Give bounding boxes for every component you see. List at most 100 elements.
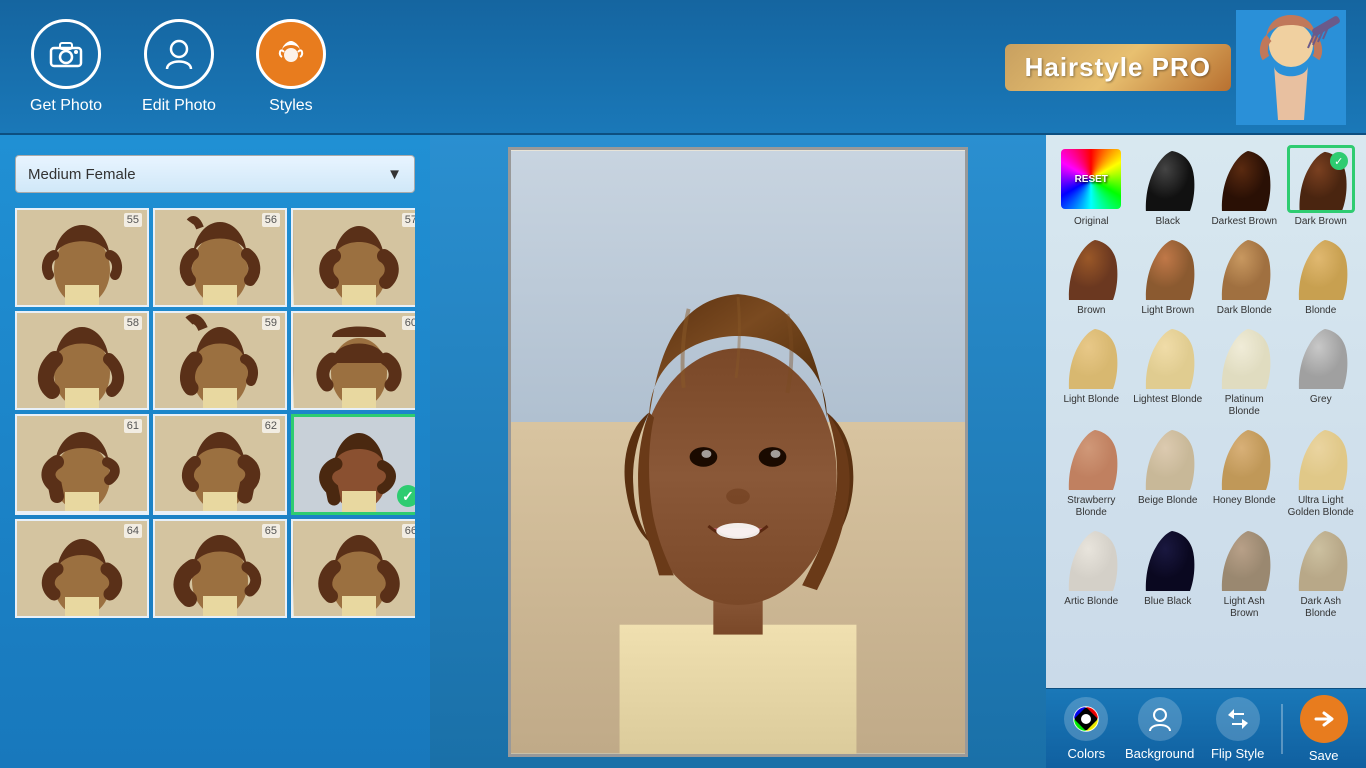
preview-panel (430, 135, 1046, 768)
style-item-66[interactable]: 66 (291, 519, 415, 618)
style-number-65: 65 (262, 524, 280, 538)
style-number-66: 66 (402, 524, 415, 538)
brand: Hairstyle PRO (1005, 10, 1346, 125)
darkest-brown-swatch (1210, 145, 1278, 213)
style-item-59[interactable]: 59 (153, 311, 287, 410)
flip-style-icon (1216, 697, 1260, 741)
color-item-ultra-light-golden-blonde[interactable]: Ultra Light Golden Blonde (1286, 424, 1357, 519)
color-item-honey-blonde[interactable]: Honey Blonde (1209, 424, 1280, 519)
light-ash-brown-hair-swatch (1212, 527, 1276, 591)
colors-button[interactable]: Colors (1064, 697, 1108, 761)
style-item-63[interactable]: ✓ (291, 414, 415, 515)
color-item-blue-black[interactable]: Blue Black (1133, 525, 1204, 620)
color-item-dark-brown[interactable]: ✓ Dark Brown (1286, 145, 1357, 228)
nav-item-styles[interactable]: Styles (256, 19, 326, 115)
light-blonde-label: Light Blonde (1063, 394, 1119, 406)
color-wheel-icon (1072, 705, 1100, 733)
original-label: Original (1074, 216, 1108, 228)
person-preview (511, 147, 965, 757)
style-item-57[interactable]: 57 (291, 208, 415, 307)
dark-brown-swatch: ✓ (1287, 145, 1355, 213)
style-57-preview (294, 210, 415, 305)
color-item-light-ash-brown[interactable]: Light Ash Brown (1209, 525, 1280, 620)
style-item-62[interactable]: 62 (153, 414, 287, 515)
darkest-brown-label: Darkest Brown (1211, 216, 1277, 228)
light-ash-brown-label: Light Ash Brown (1209, 596, 1280, 620)
colors-label: Colors (1068, 746, 1106, 761)
style-number-60: 60 (402, 316, 415, 330)
style-item-55[interactable]: 55 (15, 208, 149, 307)
style-grid: 55 56 (15, 208, 415, 618)
style-item-60[interactable]: 60 (291, 311, 415, 410)
dark-brown-label: Dark Brown (1295, 216, 1347, 228)
flip-arrows-icon (1224, 705, 1252, 733)
color-item-lightest-blonde[interactable]: Lightest Blonde (1133, 323, 1204, 418)
brand-illustration (1236, 10, 1346, 125)
flip-style-button[interactable]: Flip Style (1211, 697, 1264, 761)
blue-black-hair-swatch (1136, 527, 1200, 591)
nav-label-edit-photo: Edit Photo (142, 97, 216, 115)
color-item-darkest-brown[interactable]: Darkest Brown (1209, 145, 1280, 228)
nav-item-edit-photo[interactable]: Edit Photo (142, 19, 216, 115)
style-item-64[interactable]: 64 (15, 519, 149, 618)
background-icon (1138, 697, 1182, 741)
bottom-toolbar: Colors Background Flip Style Save (1046, 688, 1366, 768)
color-item-artic-blonde[interactable]: Artic Blonde (1056, 525, 1127, 620)
strawberry-blonde-hair-swatch (1059, 426, 1123, 490)
color-item-light-brown[interactable]: Light Brown (1133, 234, 1204, 317)
color-item-original[interactable]: RESET Original (1056, 145, 1127, 228)
camera-icon (31, 19, 101, 89)
style-item-56[interactable]: 56 (153, 208, 287, 307)
blue-black-swatch (1134, 525, 1202, 593)
background-button[interactable]: Background (1125, 697, 1194, 761)
style-number-58: 58 (124, 316, 142, 330)
background-person-icon (1146, 705, 1174, 733)
style-item-58[interactable]: 58 (15, 311, 149, 410)
light-ash-brown-swatch (1210, 525, 1278, 593)
background-label: Background (1125, 746, 1194, 761)
lightest-blonde-label: Lightest Blonde (1133, 394, 1202, 406)
beige-blonde-swatch (1134, 424, 1202, 492)
style-item-61[interactable]: 61 (15, 414, 149, 515)
color-grid: RESET Original Black (1056, 145, 1356, 620)
ultra-light-golden-blonde-hair-swatch (1289, 426, 1353, 490)
platinum-blonde-hair-swatch (1212, 325, 1276, 389)
blonde-hair-swatch (1289, 236, 1353, 300)
color-item-strawberry-blonde[interactable]: Strawberry Blonde (1056, 424, 1127, 519)
color-item-blonde[interactable]: Blonde (1286, 234, 1357, 317)
dark-ash-blonde-swatch (1287, 525, 1355, 593)
color-item-beige-blonde[interactable]: Beige Blonde (1133, 424, 1204, 519)
blonde-label: Blonde (1305, 305, 1336, 317)
style-number-57: 57 (402, 213, 415, 227)
save-button[interactable]: Save (1300, 695, 1348, 763)
color-item-black[interactable]: Black (1133, 145, 1204, 228)
style-number-62: 62 (262, 419, 280, 433)
navigation: Get Photo Edit Photo Styles (30, 19, 326, 115)
darkest-brown-hair-swatch (1212, 147, 1276, 211)
toolbar-divider (1281, 704, 1283, 754)
style-category-dropdown[interactable]: Medium Female ▼ (15, 155, 415, 193)
colors-icon (1064, 697, 1108, 741)
black-swatch (1134, 145, 1202, 213)
color-item-dark-blonde[interactable]: Dark Blonde (1209, 234, 1280, 317)
platinum-blonde-swatch (1210, 323, 1278, 391)
strawberry-blonde-label: Strawberry Blonde (1056, 495, 1127, 519)
artic-blonde-hair-swatch (1059, 527, 1123, 591)
lightest-blonde-swatch (1134, 323, 1202, 391)
nav-item-get-photo[interactable]: Get Photo (30, 19, 102, 115)
brown-swatch (1057, 234, 1125, 302)
color-item-brown[interactable]: Brown (1056, 234, 1127, 317)
color-item-platinum-blonde[interactable]: Platinum Blonde (1209, 323, 1280, 418)
dark-ash-blonde-label: Dark Ash Blonde (1286, 596, 1357, 620)
honey-blonde-hair-swatch (1212, 426, 1276, 490)
color-item-grey[interactable]: Grey (1286, 323, 1357, 418)
main-content: Medium Female ▼ 55 (0, 135, 1366, 768)
color-item-light-blonde[interactable]: Light Blonde (1056, 323, 1127, 418)
beige-blonde-label: Beige Blonde (1138, 495, 1198, 507)
color-item-dark-ash-blonde[interactable]: Dark Ash Blonde (1286, 525, 1357, 620)
light-blonde-swatch (1057, 323, 1125, 391)
beige-blonde-hair-swatch (1136, 426, 1200, 490)
style-item-65[interactable]: 65 (153, 519, 287, 618)
grey-hair-swatch (1289, 325, 1353, 389)
blonde-swatch (1287, 234, 1355, 302)
